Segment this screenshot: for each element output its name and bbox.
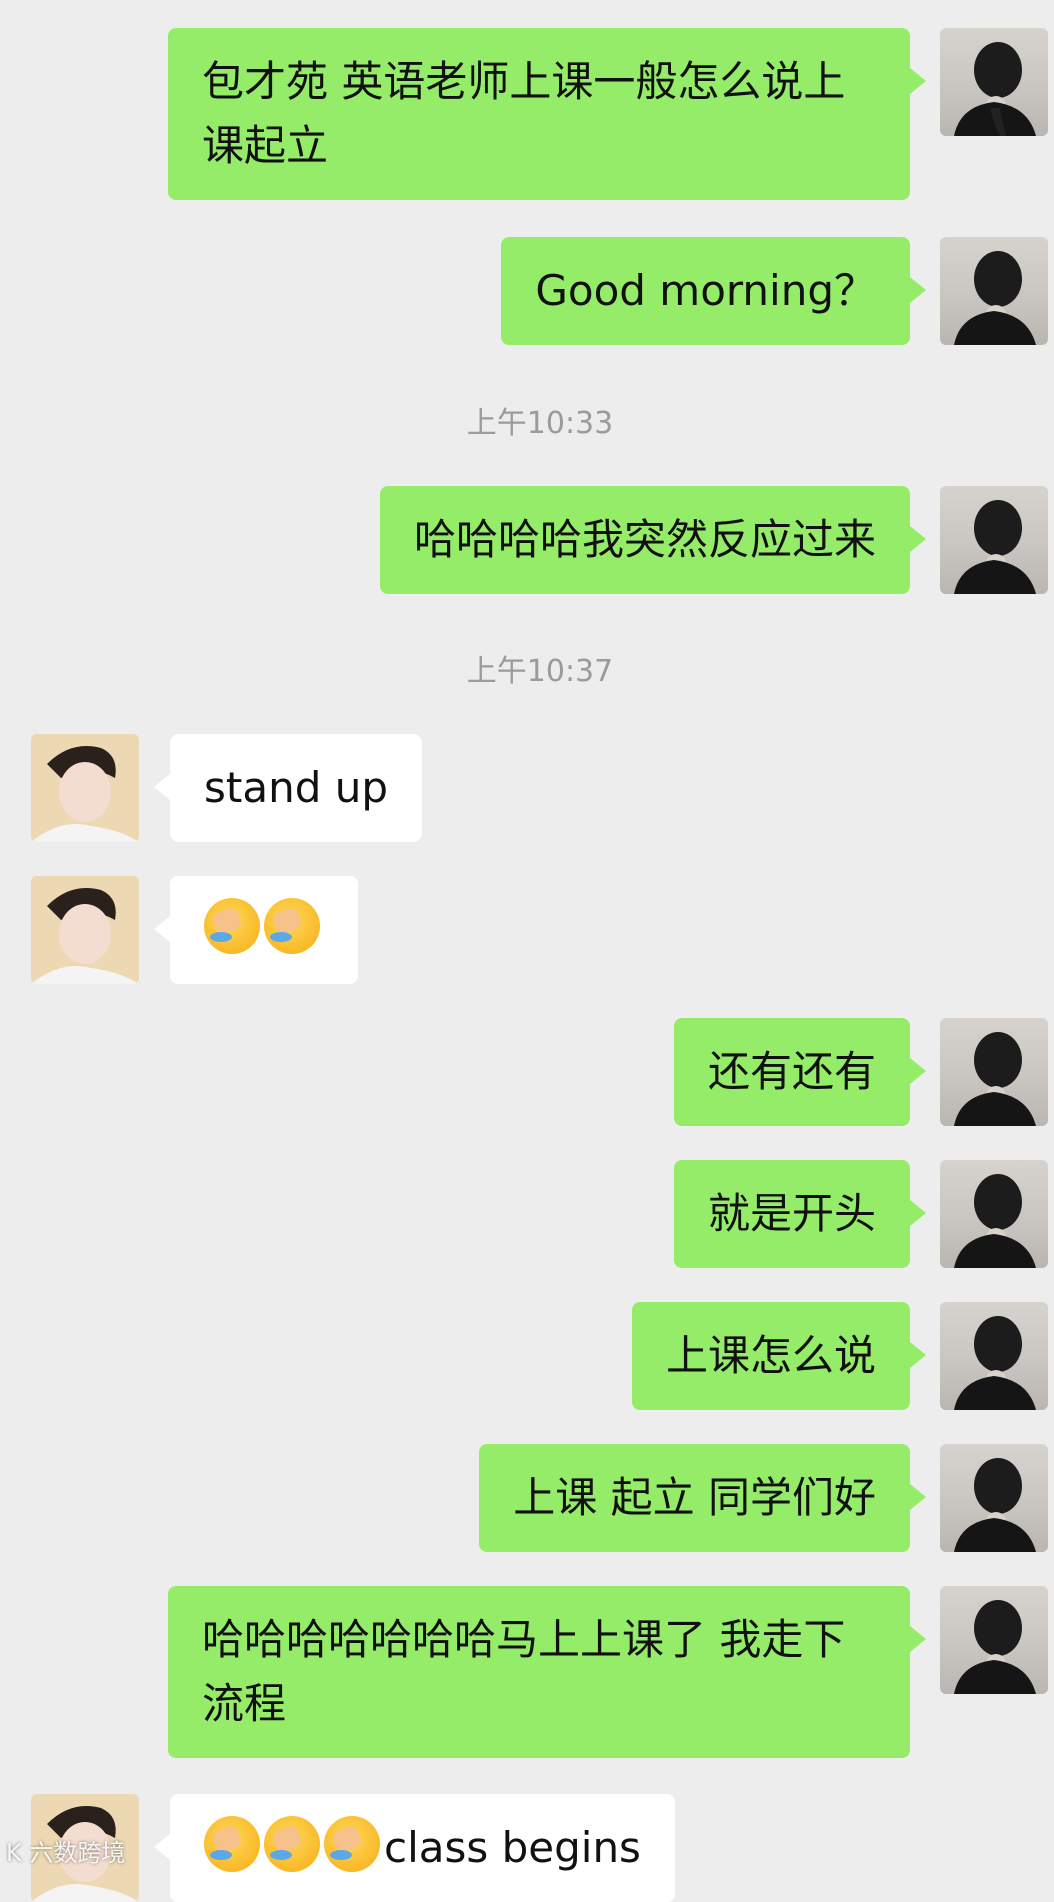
message-text: 就是开头 (707, 1189, 876, 1238)
message-text: 哈哈哈哈哈哈哈马上上课了 我走下流程 (202, 1615, 846, 1728)
contact-avatar-image (31, 876, 139, 984)
facepalm-crying-emoji-icon (204, 1816, 260, 1872)
message-bubble[interactable]: stand up (154, 734, 422, 842)
message-text: 包才苑 英语老师上课一般怎么说上课起立 (202, 57, 846, 170)
message-bubble[interactable]: 上课 起立 同学们好 (479, 1444, 926, 1552)
timestamp: 上午10:33 (466, 406, 614, 441)
contact-avatar[interactable] (31, 876, 139, 984)
contact-avatar[interactable] (31, 734, 139, 842)
my-avatar[interactable] (940, 237, 1048, 345)
message-bubble[interactable]: class begins (154, 1794, 675, 1902)
user-avatar-image (954, 1316, 1036, 1410)
message-bubble[interactable]: Good morning？ (501, 237, 926, 345)
watermark-logo: K 六数跨境 (6, 1839, 126, 1867)
message-bubble[interactable] (154, 876, 358, 984)
facepalm-crying-emoji-icon (324, 1816, 380, 1872)
message-text: 哈哈哈哈我突然反应过来 (413, 515, 876, 564)
timestamp: 上午10:37 (466, 654, 614, 689)
user-avatar-image (954, 1174, 1036, 1268)
message-bubble[interactable]: 就是开头 (673, 1160, 927, 1268)
message-bubble[interactable]: 包才苑 英语老师上课一般怎么说上课起立 (168, 28, 926, 200)
user-avatar-image (954, 1032, 1036, 1126)
message-bubble[interactable]: 上课怎么说 (631, 1302, 927, 1410)
facepalm-crying-emoji-icon (264, 898, 320, 954)
message-text: 上课 起立 同学们好 (513, 1473, 876, 1522)
my-avatar[interactable] (940, 1586, 1048, 1694)
user-avatar-image (954, 1458, 1036, 1552)
message-text: class begins (384, 1823, 641, 1872)
my-avatar[interactable] (940, 1160, 1048, 1268)
message-bubble[interactable]: 还有还有 (673, 1018, 927, 1126)
message-bubble[interactable]: 哈哈哈哈哈哈哈马上上课了 我走下流程 (168, 1586, 926, 1758)
user-avatar-image (954, 500, 1036, 594)
facepalm-crying-emoji-icon (204, 898, 260, 954)
message-text: 还有还有 (707, 1047, 876, 1096)
my-avatar[interactable] (940, 28, 1048, 136)
facepalm-crying-emoji-icon (264, 1816, 320, 1872)
my-avatar[interactable] (940, 486, 1048, 594)
user-avatar-image (954, 251, 1036, 345)
message-text: Good morning？ (535, 266, 876, 315)
user-avatar-image (954, 1600, 1036, 1694)
my-avatar[interactable] (940, 1018, 1048, 1126)
my-avatar[interactable] (940, 1302, 1048, 1410)
contact-avatar-image (31, 734, 139, 842)
message-bubble[interactable]: 哈哈哈哈我突然反应过来 (379, 486, 927, 594)
my-avatar[interactable] (940, 1444, 1048, 1552)
user-avatar-image (954, 42, 1036, 136)
message-text: stand up (204, 763, 388, 812)
message-text: 上课怎么说 (665, 1331, 876, 1380)
